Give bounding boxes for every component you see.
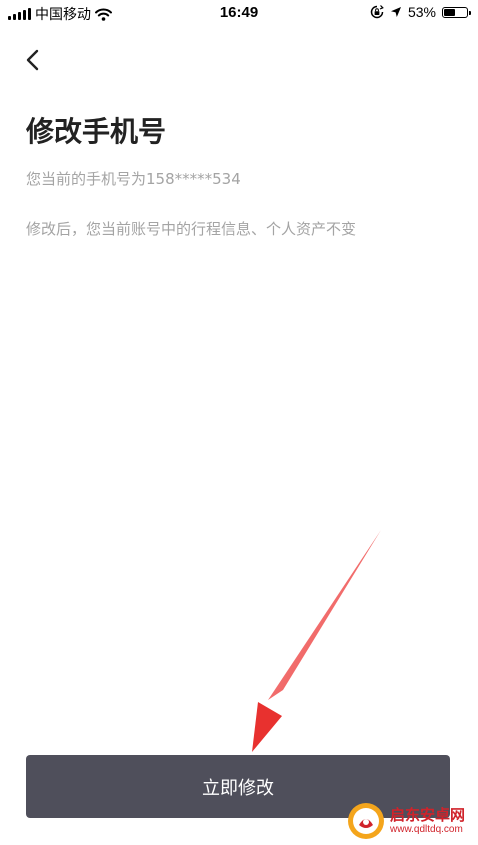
battery-level-fill — [444, 8, 456, 16]
annotation-arrow-shaft — [268, 530, 381, 700]
page-title: 修改手机号 — [26, 115, 167, 148]
watermark-text: 启东安卓网 www.qdltdq.com — [390, 807, 465, 835]
current-phone-text: 您当前的手机号为158*****534 — [26, 170, 241, 188]
status-right: 53% — [370, 4, 471, 20]
chevron-left-icon — [26, 49, 39, 71]
battery-icon — [442, 6, 471, 18]
status-bar: 中国移动 16:49 53% — [0, 0, 478, 26]
battery-percent: 53% — [407, 4, 436, 20]
notice-text: 修改后，您当前账号中的行程信息、个人资产不变 — [26, 220, 357, 238]
watermark-url: www.qdltdq.com — [390, 823, 463, 835]
watermark-logo: 启东安卓网 www.qdltdq.com — [346, 798, 476, 844]
watermark-name: 启东安卓网 — [390, 806, 466, 825]
location-arrow-icon — [390, 7, 401, 17]
annotation-arrowhead — [252, 702, 282, 752]
orientation-lock-icon — [370, 5, 384, 19]
back-button[interactable] — [20, 46, 48, 74]
watermark-badge-icon — [348, 803, 384, 839]
